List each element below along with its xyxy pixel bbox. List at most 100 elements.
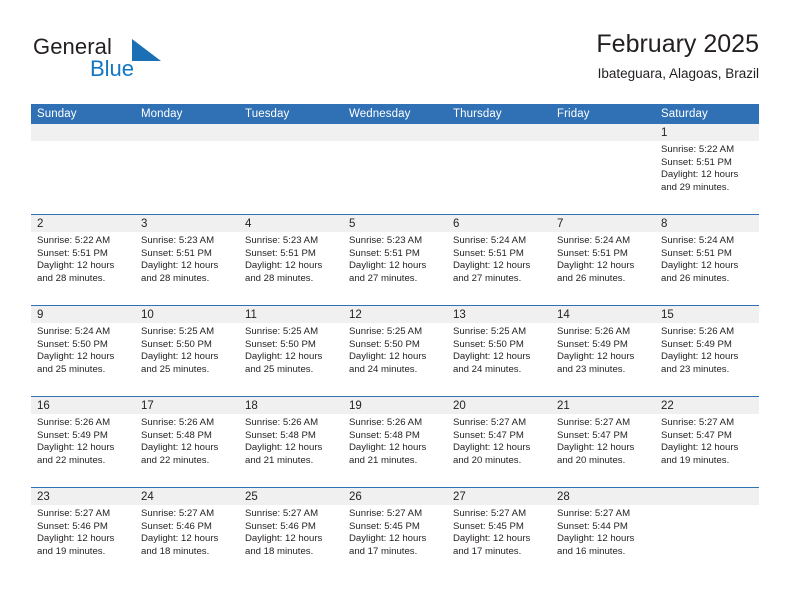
daylight-text-line1: Daylight: 12 hours <box>141 260 219 272</box>
calendar-day-cell[interactable]: 23 Sunrise: 5:27 AM Sunset: 5:46 PM Dayligh… <box>31 487 135 578</box>
day-cell-inner: 11 Sunrise: 5:25 AM Sunset: 5:50 PM Dayligh… <box>239 306 343 396</box>
day-number: 23 <box>31 488 135 505</box>
day-number: 24 <box>135 488 239 505</box>
day-cell-body: Sunrise: 5:25 AM Sunset: 5:50 PM Daylight:… <box>135 323 239 376</box>
calendar-day-cell[interactable]: 11 Sunrise: 5:25 AM Sunset: 5:50 PM Dayligh… <box>239 305 343 397</box>
day-cell-body <box>447 141 551 144</box>
sunset-text: Sunset: 5:51 PM <box>141 247 212 259</box>
calendar-day-cell[interactable]: 25 Sunrise: 5:27 AM Sunset: 5:46 PM Dayligh… <box>239 487 343 578</box>
calendar-day-cell[interactable]: 28 Sunrise: 5:27 AM Sunset: 5:44 PM Dayligh… <box>551 487 655 578</box>
day-cell-body <box>31 141 135 144</box>
page-subtitle: Ibateguara, Alagoas, Brazil <box>597 66 759 81</box>
daylight-text-line1: Daylight: 12 hours <box>661 260 739 272</box>
calendar-day-cell[interactable]: 17 Sunrise: 5:26 AM Sunset: 5:48 PM Dayligh… <box>135 396 239 488</box>
daylight-text-line2: and 25 minutes. <box>37 363 106 375</box>
day-cell-body: Sunrise: 5:27 AM Sunset: 5:46 PM Daylight:… <box>239 505 343 558</box>
calendar-day-cell[interactable]: 10 Sunrise: 5:25 AM Sunset: 5:50 PM Dayligh… <box>135 305 239 397</box>
calendar-day-cell[interactable]: 8 Sunrise: 5:24 AM Sunset: 5:51 PM Daylight… <box>655 214 759 306</box>
calendar-day-cell[interactable]: 27 Sunrise: 5:27 AM Sunset: 5:45 PM Dayligh… <box>447 487 551 578</box>
sunrise-text: Sunrise: 5:24 AM <box>661 235 735 246</box>
calendar-day-cell[interactable]: 22 Sunrise: 5:27 AM Sunset: 5:47 PM Dayligh… <box>655 396 759 488</box>
day-cell-body: Sunrise: 5:24 AM Sunset: 5:51 PM Daylight:… <box>551 232 655 285</box>
day-cell-body: Sunrise: 5:23 AM Sunset: 5:51 PM Daylight:… <box>239 232 343 285</box>
day-cell-body: Sunrise: 5:24 AM Sunset: 5:50 PM Daylight:… <box>31 323 135 376</box>
day-cell-inner: 24 Sunrise: 5:27 AM Sunset: 5:46 PM Dayligh… <box>135 488 239 578</box>
calendar-day-cell[interactable]: 7 Sunrise: 5:24 AM Sunset: 5:51 PM Daylight… <box>551 214 655 306</box>
calendar-day-cell[interactable]: 12 Sunrise: 5:25 AM Sunset: 5:50 PM Dayligh… <box>343 305 447 397</box>
sunset-text: Sunset: 5:44 PM <box>557 520 628 532</box>
sunrise-text: Sunrise: 5:27 AM <box>453 417 527 428</box>
daylight-text-line1: Daylight: 12 hours <box>141 351 219 363</box>
daylight-text-line2: and 22 minutes. <box>141 454 210 466</box>
day-number: 20 <box>447 397 551 414</box>
weekday-header-tuesday: Tuesday <box>239 104 343 124</box>
day-cell-inner: 9 Sunrise: 5:24 AM Sunset: 5:50 PM Daylight… <box>31 306 135 396</box>
day-cell-body: Sunrise: 5:24 AM Sunset: 5:51 PM Daylight:… <box>447 232 551 285</box>
calendar-day-cell[interactable]: 24 Sunrise: 5:27 AM Sunset: 5:46 PM Dayligh… <box>135 487 239 578</box>
calendar-day-cell[interactable]: 15 Sunrise: 5:26 AM Sunset: 5:49 PM Dayligh… <box>655 305 759 397</box>
daylight-text-line1: Daylight: 12 hours <box>37 442 115 454</box>
day-cell-inner <box>447 124 551 214</box>
day-cell-body: Sunrise: 5:24 AM Sunset: 5:51 PM Daylight:… <box>655 232 759 285</box>
calendar-header-row: Sunday Monday Tuesday Wednesday Thursday… <box>31 104 759 124</box>
day-number: 11 <box>239 306 343 323</box>
calendar-day-cell[interactable]: 2 Sunrise: 5:22 AM Sunset: 5:51 PM Daylight… <box>31 214 135 306</box>
day-cell-inner: 21 Sunrise: 5:27 AM Sunset: 5:47 PM Dayligh… <box>551 397 655 487</box>
weekday-header-saturday: Saturday <box>655 104 759 124</box>
sunrise-text: Sunrise: 5:27 AM <box>37 508 111 519</box>
sunset-text: Sunset: 5:51 PM <box>37 247 108 259</box>
day-cell-body: Sunrise: 5:26 AM Sunset: 5:48 PM Daylight:… <box>135 414 239 467</box>
calendar-week-row: 1 Sunrise: 5:22 AM Sunset: 5:51 PM Daylight… <box>31 124 759 215</box>
day-number <box>135 124 239 141</box>
day-cell-inner: 8 Sunrise: 5:24 AM Sunset: 5:51 PM Daylight… <box>655 215 759 305</box>
day-number: 8 <box>655 215 759 232</box>
daylight-text-line1: Daylight: 12 hours <box>349 260 427 272</box>
calendar-day-cell[interactable]: 14 Sunrise: 5:26 AM Sunset: 5:49 PM Dayligh… <box>551 305 655 397</box>
sunrise-text: Sunrise: 5:25 AM <box>245 326 319 337</box>
calendar-day-cell[interactable]: 20 Sunrise: 5:27 AM Sunset: 5:47 PM Dayligh… <box>447 396 551 488</box>
day-number: 22 <box>655 397 759 414</box>
day-cell-inner: 22 Sunrise: 5:27 AM Sunset: 5:47 PM Dayligh… <box>655 397 759 487</box>
sunset-text: Sunset: 5:46 PM <box>37 520 108 532</box>
day-cell-inner: 25 Sunrise: 5:27 AM Sunset: 5:46 PM Dayligh… <box>239 488 343 578</box>
daylight-text-line1: Daylight: 12 hours <box>661 442 739 454</box>
calendar-day-cell[interactable]: 4 Sunrise: 5:23 AM Sunset: 5:51 PM Daylight… <box>239 214 343 306</box>
calendar-day-cell[interactable]: 1 Sunrise: 5:22 AM Sunset: 5:51 PM Daylight… <box>655 124 759 215</box>
daylight-text-line2: and 18 minutes. <box>141 545 210 557</box>
day-number: 5 <box>343 215 447 232</box>
sunrise-text: Sunrise: 5:26 AM <box>557 326 631 337</box>
sunset-text: Sunset: 5:45 PM <box>349 520 420 532</box>
calendar-table: Sunday Monday Tuesday Wednesday Thursday… <box>31 104 759 578</box>
day-number: 3 <box>135 215 239 232</box>
calendar-day-cell[interactable]: 13 Sunrise: 5:25 AM Sunset: 5:50 PM Dayligh… <box>447 305 551 397</box>
daylight-text-line1: Daylight: 12 hours <box>245 351 323 363</box>
day-number: 28 <box>551 488 655 505</box>
daylight-text-line2: and 21 minutes. <box>245 454 314 466</box>
calendar-day-cell[interactable]: 5 Sunrise: 5:23 AM Sunset: 5:51 PM Daylight… <box>343 214 447 306</box>
day-cell-body <box>655 505 759 508</box>
calendar-week-row: 16 Sunrise: 5:26 AM Sunset: 5:49 PM Dayligh… <box>31 396 759 488</box>
calendar-day-cell[interactable]: 21 Sunrise: 5:27 AM Sunset: 5:47 PM Dayligh… <box>551 396 655 488</box>
day-cell-body: Sunrise: 5:26 AM Sunset: 5:48 PM Daylight:… <box>239 414 343 467</box>
calendar-day-cell[interactable]: 19 Sunrise: 5:26 AM Sunset: 5:48 PM Dayligh… <box>343 396 447 488</box>
daylight-text-line1: Daylight: 12 hours <box>557 442 635 454</box>
day-cell-inner: 4 Sunrise: 5:23 AM Sunset: 5:51 PM Daylight… <box>239 215 343 305</box>
day-cell-inner: 27 Sunrise: 5:27 AM Sunset: 5:45 PM Dayligh… <box>447 488 551 578</box>
calendar-day-cell-empty <box>135 124 239 215</box>
day-cell-inner: 18 Sunrise: 5:26 AM Sunset: 5:48 PM Dayligh… <box>239 397 343 487</box>
daylight-text-line2: and 21 minutes. <box>349 454 418 466</box>
calendar-day-cell[interactable]: 26 Sunrise: 5:27 AM Sunset: 5:45 PM Dayligh… <box>343 487 447 578</box>
daylight-text-line2: and 17 minutes. <box>453 545 522 557</box>
calendar-day-cell[interactable]: 6 Sunrise: 5:24 AM Sunset: 5:51 PM Daylight… <box>447 214 551 306</box>
sunrise-text: Sunrise: 5:25 AM <box>141 326 215 337</box>
day-number: 12 <box>343 306 447 323</box>
calendar-day-cell[interactable]: 3 Sunrise: 5:23 AM Sunset: 5:51 PM Daylight… <box>135 214 239 306</box>
generalblue-logo[interactable]: General Blue <box>31 34 291 96</box>
day-cell-inner <box>135 124 239 214</box>
calendar-day-cell[interactable]: 18 Sunrise: 5:26 AM Sunset: 5:48 PM Dayligh… <box>239 396 343 488</box>
day-number: 16 <box>31 397 135 414</box>
calendar-day-cell[interactable]: 16 Sunrise: 5:26 AM Sunset: 5:49 PM Dayligh… <box>31 396 135 488</box>
sunset-text: Sunset: 5:49 PM <box>661 338 732 350</box>
calendar-day-cell[interactable]: 9 Sunrise: 5:24 AM Sunset: 5:50 PM Daylight… <box>31 305 135 397</box>
day-cell-body: Sunrise: 5:27 AM Sunset: 5:45 PM Daylight:… <box>447 505 551 558</box>
